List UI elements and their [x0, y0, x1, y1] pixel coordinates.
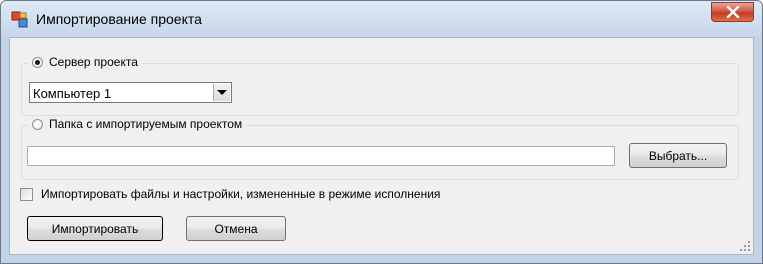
runtime-changes-checkbox[interactable] [20, 187, 33, 201]
server-dropdown-value: Компьютер 1 [33, 86, 112, 101]
folder-radio-label[interactable]: Папка с импортируемым проектом [49, 117, 242, 131]
import-button[interactable]: Импортировать [27, 216, 163, 241]
project-import-icon [11, 11, 28, 28]
server-radio[interactable] [32, 56, 43, 68]
cancel-button-label: Отмена [214, 221, 258, 236]
import-button-label: Импортировать [51, 221, 139, 236]
resize-grip-icon[interactable] [739, 240, 751, 252]
dialog-client-area: Сервер проекта Компьютер 1 Папка с импор… [9, 37, 754, 255]
server-dropdown[interactable]: Компьютер 1 [29, 82, 232, 103]
title-bar[interactable]: Импортирование проекта [1, 1, 762, 37]
browse-button[interactable]: Выбрать... [629, 143, 727, 168]
browse-button-label: Выбрать... [648, 148, 708, 163]
server-radio-label[interactable]: Сервер проекта [49, 55, 138, 69]
import-project-dialog: Импортирование проекта Сервер проекта Ко… [0, 0, 763, 264]
chevron-down-icon[interactable] [213, 84, 230, 101]
cancel-button[interactable]: Отмена [186, 216, 286, 241]
folder-radio-row[interactable]: Папка с импортируемым проектом [28, 116, 247, 132]
runtime-changes-option[interactable]: Импортировать файлы и настройки, изменен… [20, 187, 440, 201]
window-title: Импортирование проекта [36, 11, 202, 27]
folder-radio[interactable] [32, 118, 43, 130]
server-radio-row[interactable]: Сервер проекта [28, 54, 142, 70]
close-icon [726, 6, 740, 18]
runtime-changes-label[interactable]: Импортировать файлы и настройки, изменен… [41, 187, 440, 201]
folder-path-input[interactable] [27, 146, 615, 166]
close-button[interactable] [711, 2, 754, 22]
